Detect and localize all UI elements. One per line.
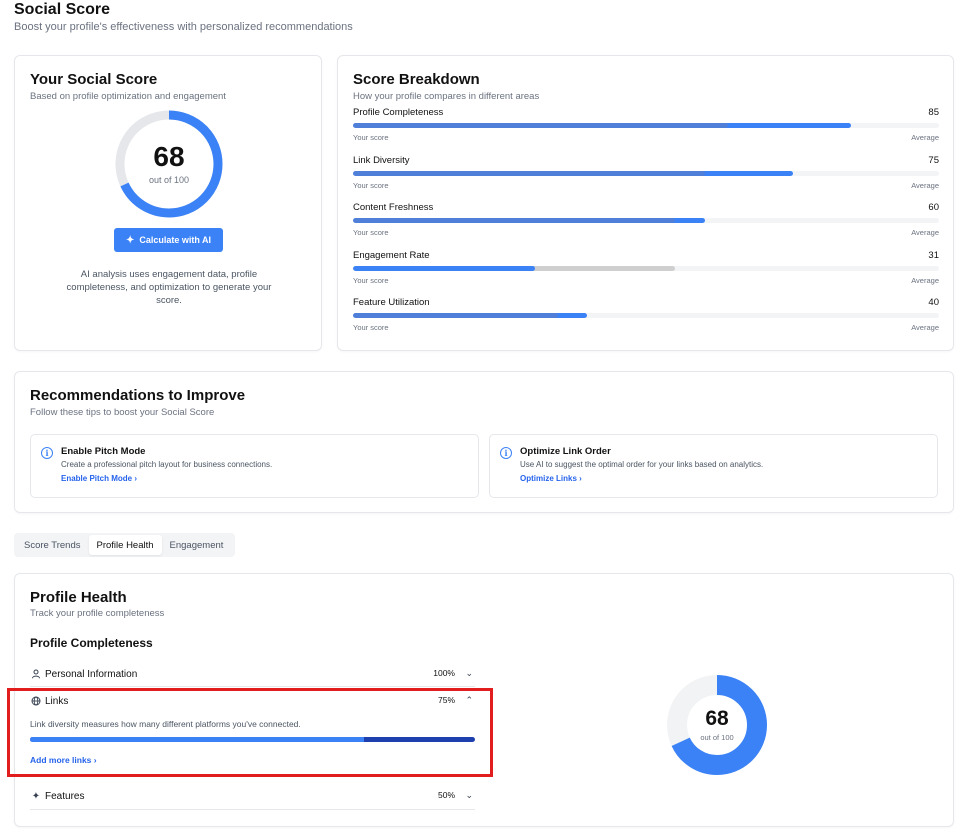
profile-completeness-heading: Profile Completeness <box>30 636 153 650</box>
metric-row: Profile Completeness 85 Your score Average <box>353 107 939 147</box>
profile-health-title: Profile Health <box>30 589 127 606</box>
tab-engagement[interactable]: Engagement <box>162 535 232 555</box>
recommendation-pitch-mode: i Enable Pitch Mode Create a professiona… <box>30 434 479 498</box>
your-score-label: Your score <box>353 323 389 332</box>
metric-bar-track <box>353 171 939 176</box>
breakdown-title: Score Breakdown <box>353 71 480 88</box>
metric-bar-track <box>353 123 939 128</box>
page-subtitle: Boost your profile's effectiveness with … <box>14 21 353 33</box>
average-label: Average <box>911 181 939 190</box>
your-score-label: Your score <box>353 181 389 190</box>
recommendations-card: Recommendations to Improve Follow these … <box>14 371 954 513</box>
profile-health-card: Profile Health Track your profile comple… <box>14 573 954 827</box>
row-percent: 75% <box>437 695 455 705</box>
info-icon: i <box>500 447 512 459</box>
page-title: Social Score <box>14 1 111 18</box>
row-percent: 50% <box>437 790 455 800</box>
metric-value: 85 <box>928 107 939 118</box>
divider <box>30 809 475 810</box>
metric-row: Engagement Rate 31 Your score Average <box>353 250 939 290</box>
your-score-label: Your score <box>353 133 389 142</box>
metric-value: 40 <box>928 297 939 308</box>
tab-profile-health[interactable]: Profile Health <box>88 535 162 555</box>
metric-name: Engagement Rate <box>353 250 430 261</box>
user-icon <box>30 669 42 682</box>
metric-value: 75 <box>928 155 939 166</box>
links-description: Link diversity measures how many differe… <box>30 719 301 729</box>
tab-score-trends[interactable]: Score Trends <box>16 535 89 555</box>
average-label: Average <box>911 133 939 142</box>
calculate-with-ai-button[interactable]: ✦ Calculate with AI <box>114 228 223 252</box>
recommendations-title: Recommendations to Improve <box>30 387 246 404</box>
metric-score-bar <box>353 266 535 271</box>
recommendation-description: Create a professional pitch layout for b… <box>61 460 273 469</box>
accordion-features[interactable]: ✦ Features 50% ⌄ <box>30 790 475 813</box>
metric-row: Content Freshness 60 Your score Average <box>353 202 939 242</box>
enable-pitch-mode-link[interactable]: Enable Pitch Mode › <box>61 474 137 483</box>
links-progress-fill <box>30 737 364 742</box>
metric-bar-track <box>353 218 939 223</box>
score-out-of: out of 100 <box>148 175 190 185</box>
chevron-right-icon: › <box>93 755 97 765</box>
ai-analysis-note: AI analysis uses engagement data, profil… <box>66 269 272 306</box>
score-card-title: Your Social Score <box>30 71 158 88</box>
metric-bar-track <box>353 266 939 271</box>
score-ring: 68 out of 100 <box>113 108 225 220</box>
info-icon: i <box>41 447 53 459</box>
accordion-links: Links 75% ⌃ Link diversity measures how … <box>30 695 475 766</box>
metric-average-bar <box>353 171 705 176</box>
metric-value: 31 <box>928 250 939 261</box>
metric-name: Feature Utilization <box>353 297 430 308</box>
donut-out-of: out of 100 <box>700 733 734 742</box>
recommendation-description: Use AI to suggest the optimal order for … <box>520 460 764 469</box>
row-percent: 100% <box>433 668 455 678</box>
metric-average-bar <box>353 313 559 318</box>
profile-health-donut: 68 out of 100 <box>666 674 768 776</box>
score-value: 68 <box>153 141 185 172</box>
metric-row: Feature Utilization 40 Your score Average <box>353 297 939 337</box>
metric-average-bar <box>353 123 729 128</box>
metric-name: Content Freshness <box>353 202 434 213</box>
average-label: Average <box>911 228 939 237</box>
links-progress-bar <box>30 737 475 742</box>
metric-name: Profile Completeness <box>353 107 444 118</box>
optimize-links-link[interactable]: Optimize Links › <box>520 474 582 483</box>
row-label: Personal Information <box>45 669 138 680</box>
breakdown-subtitle: How your profile compares in different a… <box>353 91 540 102</box>
your-score-label: Your score <box>353 228 389 237</box>
metric-value: 60 <box>928 202 939 213</box>
globe-icon <box>30 696 42 709</box>
chevron-right-icon: › <box>579 474 582 483</box>
recommendation-title: Enable Pitch Mode <box>61 446 146 457</box>
recommendation-title: Optimize Link Order <box>520 446 611 457</box>
row-label: Features <box>45 791 85 802</box>
sparkles-icon: ✦ <box>125 234 135 246</box>
recommendations-subtitle: Follow these tips to boost your Social S… <box>30 407 215 418</box>
average-label: Average <box>911 276 939 285</box>
metric-bar-track <box>353 313 939 318</box>
chevron-down-icon: ⌄ <box>465 790 473 800</box>
calculate-button-label: Calculate with AI <box>139 235 212 245</box>
average-label: Average <box>911 323 939 332</box>
profile-health-subtitle: Track your profile completeness <box>30 608 165 619</box>
metric-average-bar <box>353 218 676 223</box>
score-card-subtitle: Based on profile optimization and engage… <box>30 91 226 102</box>
metric-name: Link Diversity <box>353 155 410 166</box>
chevron-up-icon[interactable]: ⌃ <box>465 695 473 706</box>
recommendation-optimize-links: i Optimize Link Order Use AI to suggest … <box>489 434 938 498</box>
social-score-card: Your Social Score Based on profile optim… <box>14 55 322 351</box>
sparkles-icon: ✦ <box>31 791 41 802</box>
metric-row: Link Diversity 75 Your score Average <box>353 155 939 195</box>
divider <box>30 686 475 687</box>
chevron-right-icon: › <box>134 474 138 483</box>
row-label[interactable]: Links <box>45 696 68 707</box>
add-more-links-link[interactable]: Add more links › <box>30 755 97 765</box>
chevron-down-icon: ⌄ <box>465 668 473 678</box>
your-score-label: Your score <box>353 276 389 285</box>
donut-score: 68 <box>705 707 729 730</box>
score-breakdown-card: Score Breakdown How your profile compare… <box>337 55 954 351</box>
accordion-personal-information[interactable]: Personal Information 100% ⌄ <box>30 668 475 691</box>
tab-bar: Score Trends Profile Health Engagement <box>14 533 235 557</box>
